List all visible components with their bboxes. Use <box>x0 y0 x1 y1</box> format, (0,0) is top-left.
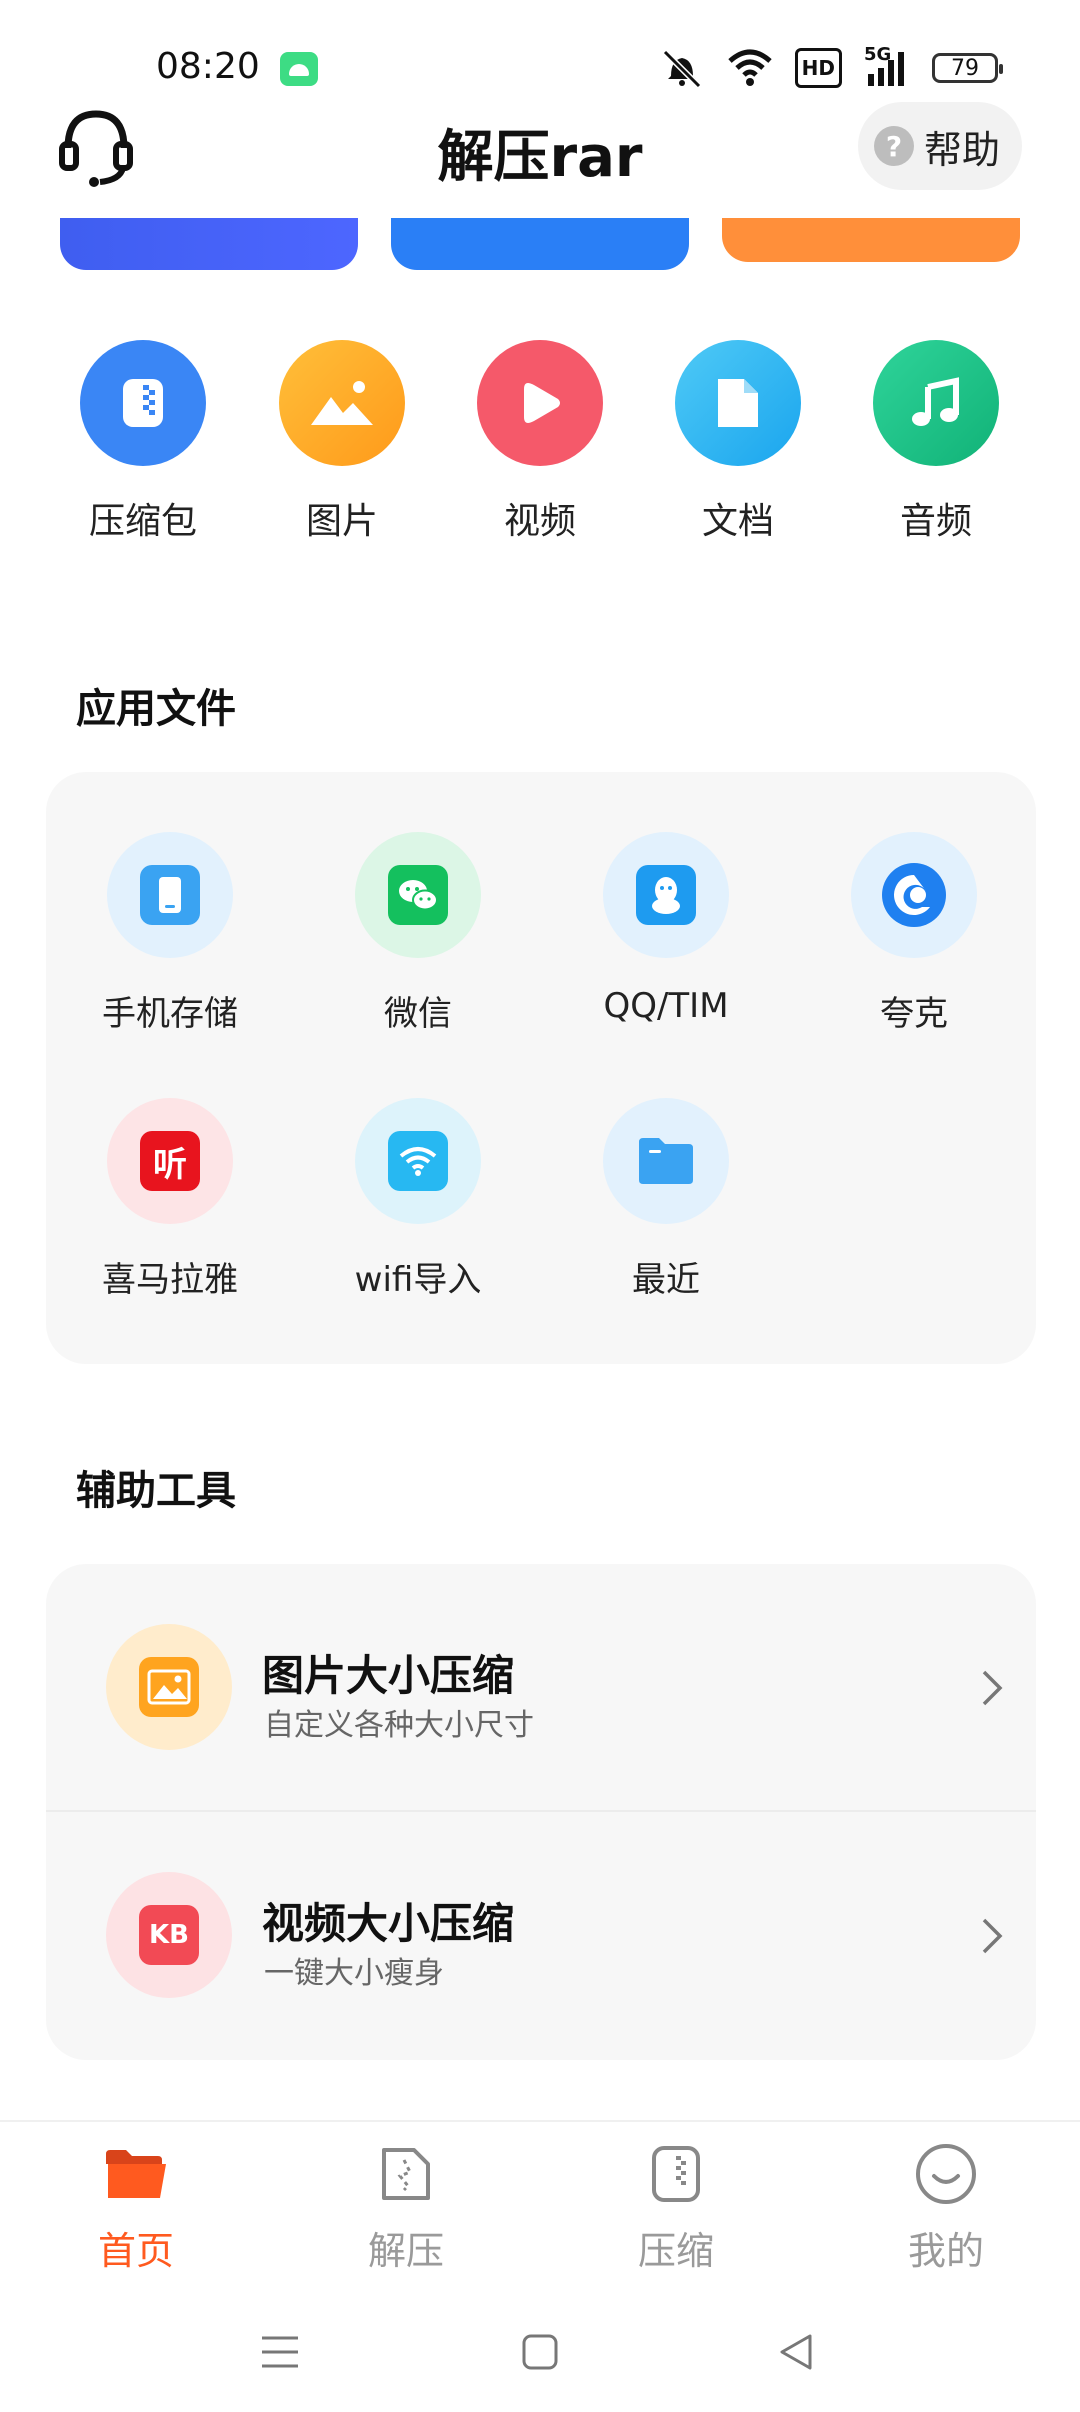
android-notification-icon <box>280 52 318 86</box>
status-icons: HD 5G 79 <box>659 44 1003 90</box>
nav-profile[interactable]: 我的 <box>846 2142 1046 2275</box>
battery-level: 79 <box>951 55 979 81</box>
help-label: 帮助 <box>924 127 1001 172</box>
category-label: 音频 <box>899 501 972 542</box>
signal-icon: 5G <box>864 44 910 88</box>
nav-label: 解压 <box>367 2229 444 2273</box>
banner-card-1[interactable] <box>60 218 358 270</box>
app-label: QQ/TIM <box>603 986 729 1026</box>
status-time: 08:20 <box>156 46 260 87</box>
app-label: 最近 <box>632 1260 700 1300</box>
menu-icon[interactable] <box>252 2324 308 2380</box>
help-icon: ? <box>874 126 914 166</box>
battery-icon: 79 <box>932 53 1003 83</box>
nav-label: 首页 <box>97 2229 174 2273</box>
category-image[interactable]: 图片 <box>252 340 432 544</box>
wechat-icon <box>355 832 481 958</box>
zip-icon <box>80 340 206 466</box>
network-type: 5G <box>864 44 892 65</box>
app-files-title: 应用文件 <box>76 686 236 732</box>
category-label: 文档 <box>701 501 774 542</box>
category-label: 视频 <box>503 501 576 542</box>
tool-subtitle: 自定义各种大小尺寸 <box>264 1708 534 1743</box>
ximalaya-badge: 听 <box>140 1131 200 1191</box>
compress-icon <box>644 2142 708 2206</box>
app-qq[interactable]: QQ/TIM <box>542 832 790 1026</box>
qq-icon <box>603 832 729 958</box>
app-phone-storage[interactable]: 手机存储 <box>46 832 294 1035</box>
category-zip[interactable]: 压缩包 <box>53 340 233 544</box>
play-icon <box>477 340 603 466</box>
document-icon <box>675 340 801 466</box>
tools-title: 辅助工具 <box>76 1468 236 1514</box>
profile-icon <box>914 2142 978 2206</box>
category-label: 图片 <box>305 501 378 542</box>
wifi-status-icon <box>727 48 773 88</box>
bottom-navigation: 首页 解压 压缩 我的 <box>0 2120 1080 2290</box>
nav-label: 压缩 <box>637 2229 714 2273</box>
app-header: 解压rar ? 帮助 <box>0 100 1080 200</box>
video-compress-badge: KB <box>139 1905 199 1965</box>
tool-video-compress[interactable]: KB 视频大小压缩 一键大小瘦身 <box>46 1812 1036 2060</box>
app-label: wifi导入 <box>354 1260 482 1300</box>
app-label: 喜马拉雅 <box>102 1260 238 1300</box>
chevron-right-icon <box>974 1912 1010 1960</box>
chevron-right-icon <box>974 1664 1010 1712</box>
quark-icon <box>851 832 977 958</box>
image-compress-icon <box>106 1624 232 1750</box>
banner-card-2[interactable] <box>391 218 689 270</box>
app-files-card: 手机存储 微信 QQ/TIM 夸克 听 喜马拉雅 wifi导入 最近 <box>46 772 1036 1364</box>
back-icon[interactable] <box>768 2324 824 2380</box>
nav-home[interactable]: 首页 <box>36 2142 236 2275</box>
app-wifi-import[interactable]: wifi导入 <box>294 1098 542 1301</box>
home-square-icon[interactable] <box>512 2324 568 2380</box>
phone-storage-icon <box>107 832 233 958</box>
tool-image-compress[interactable]: 图片大小压缩 自定义各种大小尺寸 <box>46 1564 1036 1812</box>
folder-icon <box>603 1098 729 1224</box>
app-recent[interactable]: 最近 <box>542 1098 790 1301</box>
app-ximalaya[interactable]: 听 喜马拉雅 <box>46 1098 294 1301</box>
app-quark[interactable]: 夸克 <box>790 832 1038 1035</box>
app-label: 手机存储 <box>102 994 238 1034</box>
image-icon <box>279 340 405 466</box>
nav-unzip[interactable]: 解压 <box>306 2142 506 2275</box>
tool-title: 图片大小压缩 <box>262 1651 515 1700</box>
unzip-icon <box>374 2142 438 2206</box>
video-compress-icon: KB <box>106 1872 232 1998</box>
category-audio[interactable]: 音频 <box>846 340 1026 544</box>
ximalaya-icon: 听 <box>107 1098 233 1224</box>
category-video[interactable]: 视频 <box>450 340 630 544</box>
app-wechat[interactable]: 微信 <box>294 832 542 1035</box>
tools-card: 图片大小压缩 自定义各种大小尺寸 KB 视频大小压缩 一键大小瘦身 <box>46 1564 1036 2060</box>
home-folder-icon <box>104 2142 168 2206</box>
tool-title: 视频大小压缩 <box>262 1899 515 1948</box>
help-button[interactable]: ? 帮助 <box>858 102 1022 190</box>
music-icon <box>873 340 999 466</box>
category-label: 压缩包 <box>88 501 197 542</box>
nav-label: 我的 <box>907 2229 984 2273</box>
system-navigation-bar <box>0 2290 1080 2412</box>
tool-subtitle: 一键大小瘦身 <box>264 1956 444 1991</box>
mute-bell-icon <box>659 48 705 88</box>
nav-compress[interactable]: 压缩 <box>576 2142 776 2275</box>
app-label: 夸克 <box>880 994 948 1034</box>
banner-card-3[interactable] <box>722 218 1020 262</box>
app-label: 微信 <box>384 994 452 1034</box>
hd-icon: HD <box>794 48 842 88</box>
category-document[interactable]: 文档 <box>648 340 828 544</box>
wifi-icon <box>355 1098 481 1224</box>
